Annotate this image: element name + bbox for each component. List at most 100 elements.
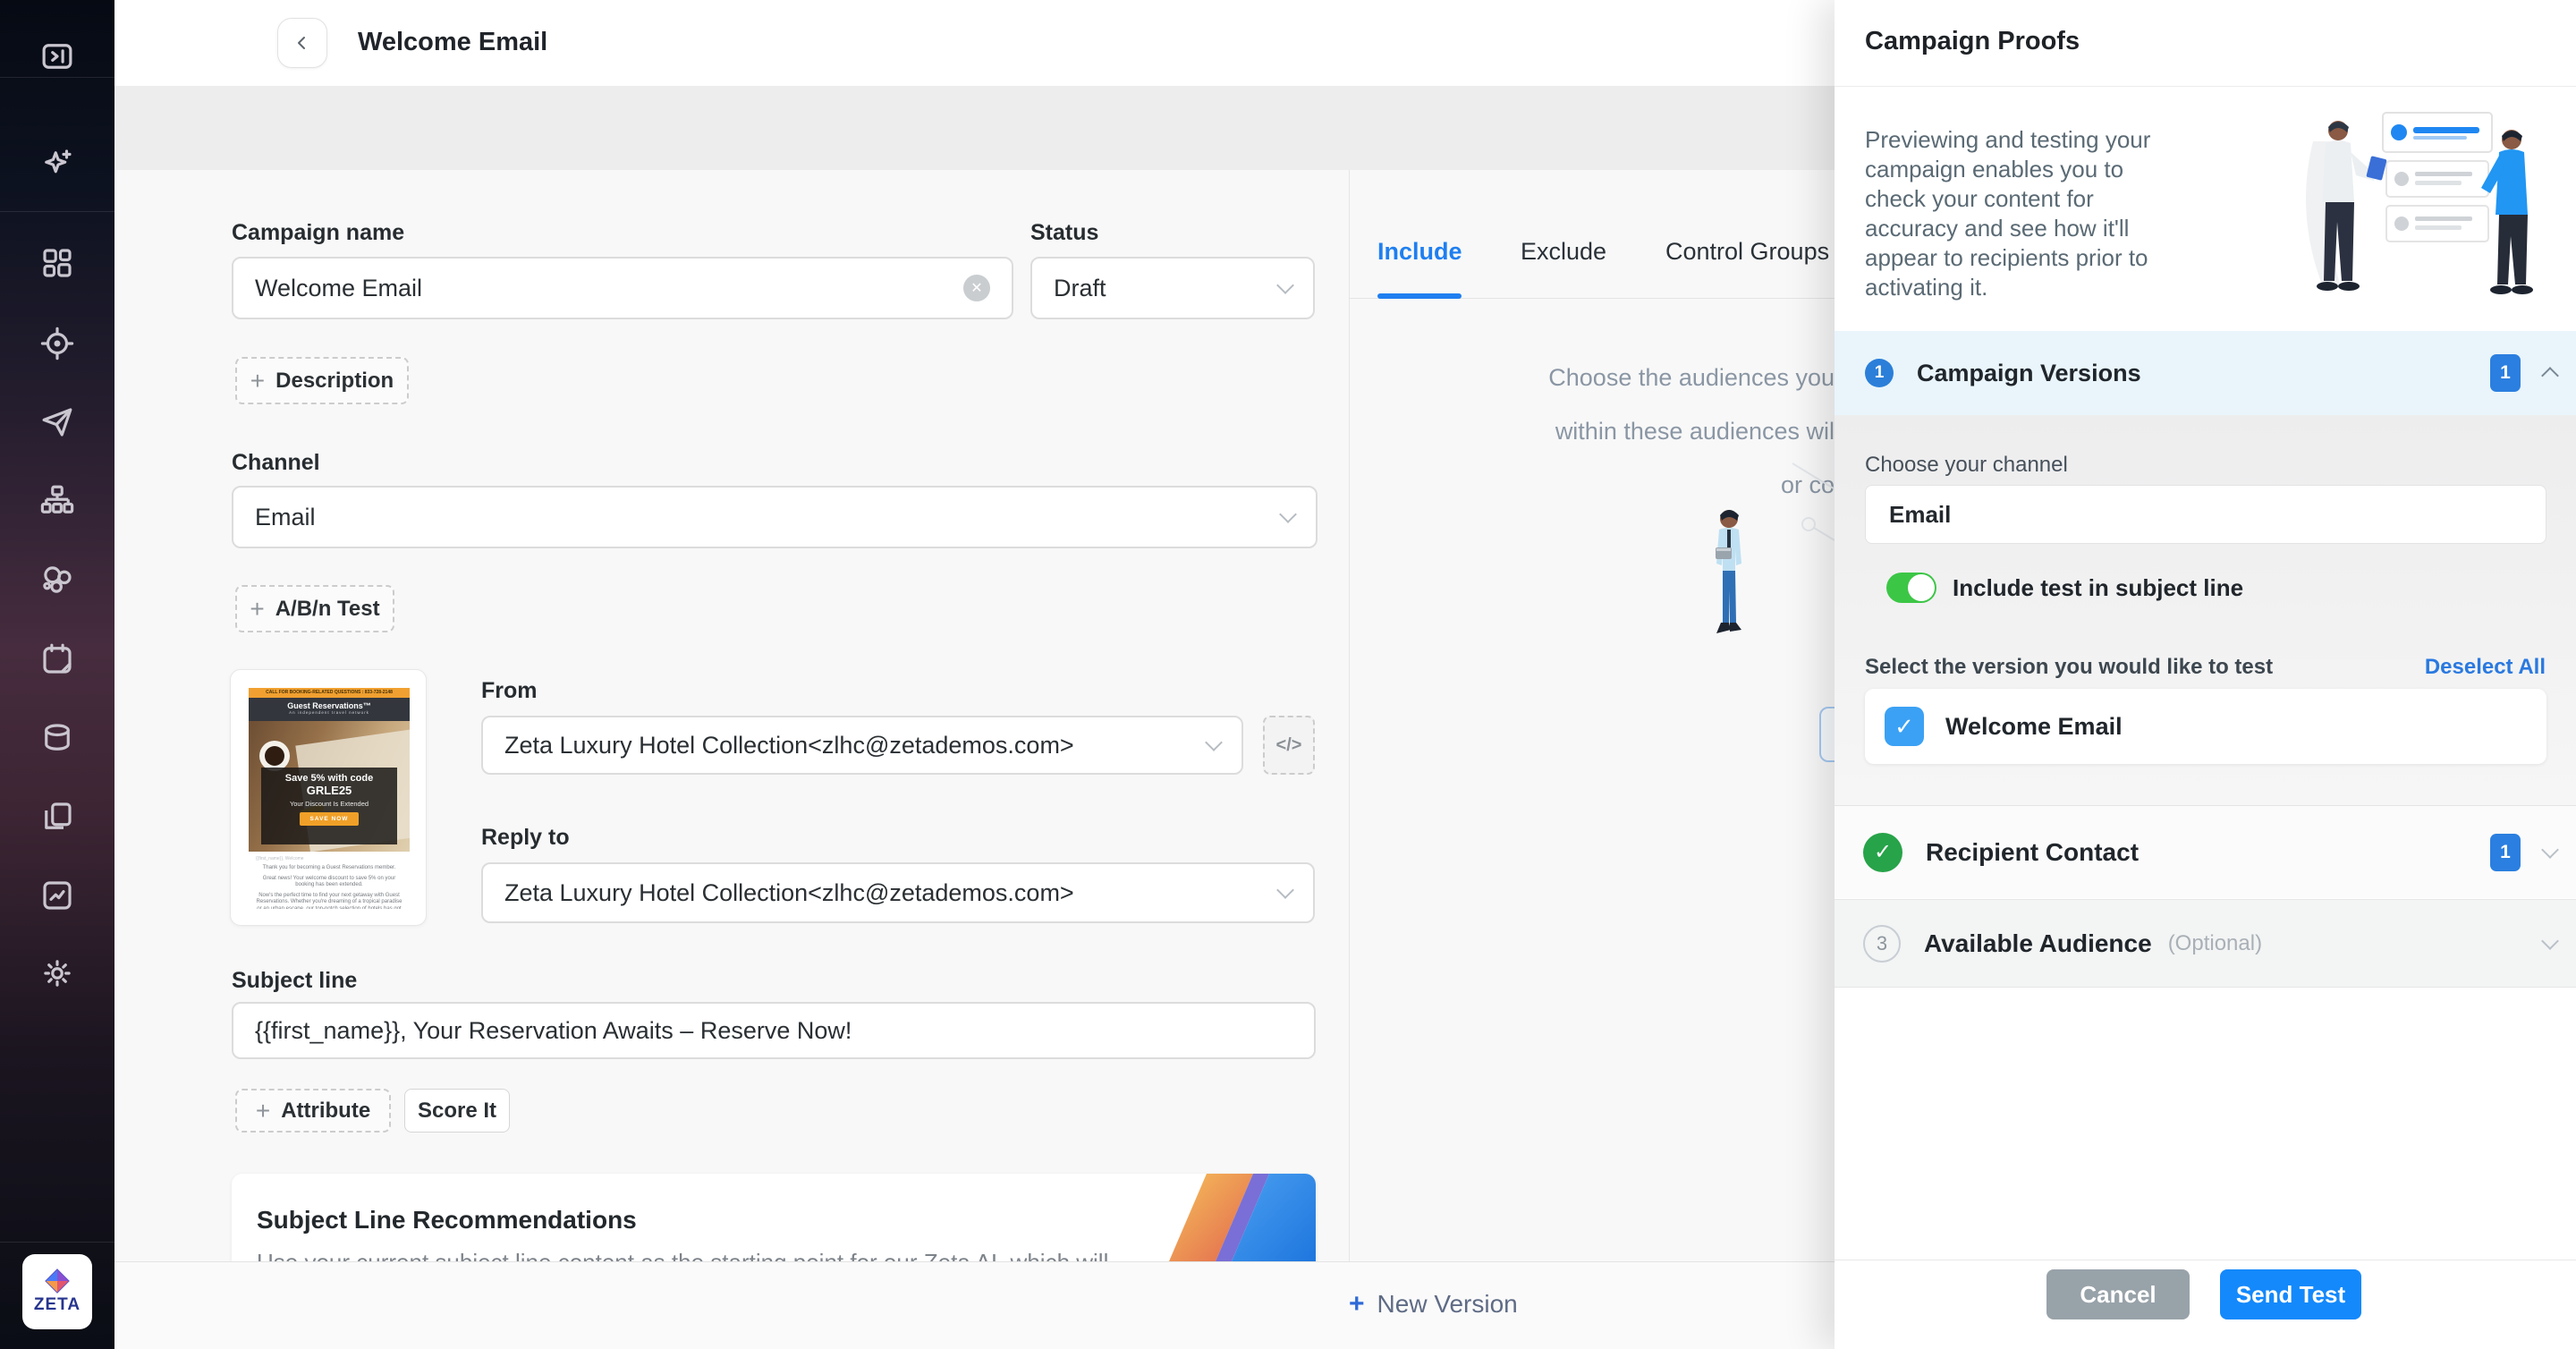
add-description-button[interactable]: + Description: [235, 357, 409, 404]
description-button-label: Description: [275, 369, 394, 394]
channel-label: Channel: [232, 450, 320, 476]
campaign-versions-body: Choose your channel Email Include test i…: [1835, 415, 2576, 805]
reply-to-label: Reply to: [481, 825, 570, 851]
helper-line: Choose the audiences you: [1342, 351, 1835, 404]
step-complete-check-icon: ✓: [1863, 833, 1902, 872]
campaign-versions-header[interactable]: 1 Campaign Versions 1: [1835, 331, 2576, 415]
new-version-label: New Version: [1377, 1290, 1518, 1319]
recipient-contact-title: Recipient Contact: [1926, 838, 2139, 867]
deselect-all-link[interactable]: Deselect All: [2425, 655, 2546, 680]
channel-input-value: Email: [1889, 501, 1951, 529]
from-value: Zeta Luxury Hotel Collection<zlhc@zetade…: [504, 732, 1208, 759]
recommendations-body: Use your current subject line content as…: [257, 1249, 1169, 1261]
include-test-toggle[interactable]: [1886, 573, 1936, 603]
send-test-button[interactable]: Send Test: [2220, 1269, 2361, 1319]
code-view-button[interactable]: </>: [1263, 716, 1315, 775]
plus-icon: +: [250, 595, 264, 624]
send-icon[interactable]: [37, 402, 78, 443]
campaign-name-input[interactable]: Welcome Email ✕: [232, 257, 1013, 319]
status-select[interactable]: Draft: [1030, 257, 1315, 319]
sidebar-divider: [0, 211, 114, 212]
tab-exclude[interactable]: Exclude: [1521, 238, 1606, 266]
zeta-diamond-icon: [44, 1268, 71, 1294]
available-audience-title: Available Audience: [1924, 929, 2152, 958]
channel-value: Email: [255, 504, 1282, 531]
database-icon[interactable]: [37, 717, 78, 759]
promo-line: Save 5% with code: [261, 773, 397, 784]
subject-line-recommendations-card[interactable]: Subject Line Recommendations Use your cu…: [232, 1174, 1316, 1261]
channel-select[interactable]: Email: [232, 486, 1318, 548]
preview-greeting: {{first_name}}, Welcome: [256, 856, 402, 861]
plus-icon: +: [1349, 1289, 1365, 1319]
add-attribute-button[interactable]: + Attribute: [235, 1089, 391, 1133]
status-label: Status: [1030, 220, 1098, 246]
tab-include[interactable]: Include: [1377, 238, 1462, 266]
subject-line-label: Subject line: [232, 968, 357, 994]
calendar-icon[interactable]: [37, 639, 78, 680]
tab-control-groups[interactable]: Control Groups: [1665, 238, 1829, 266]
versions-count-badge: 1: [2490, 354, 2521, 392]
target-icon[interactable]: [37, 323, 78, 364]
campaign-proofs-panel: Campaign Proofs Previewing and testing y…: [1835, 0, 2576, 1349]
promo-overlay: Save 5% with code GRLE25 Your Discount I…: [261, 768, 397, 844]
recommendations-title: Subject Line Recommendations: [257, 1206, 637, 1234]
abn-test-button-label: A/B/n Test: [275, 597, 380, 622]
email-preview-thumbnail[interactable]: CALL FOR BOOKING-RELATED QUESTIONS : 833…: [230, 669, 427, 926]
chevron-up-icon: [2541, 367, 2559, 385]
score-it-label: Score It: [418, 1099, 496, 1124]
add-abn-test-button[interactable]: + A/B/n Test: [235, 585, 394, 632]
preview-body: {{first_name}}, Welcome Thank you for be…: [249, 852, 410, 909]
campaign-versions-title: Campaign Versions: [1917, 360, 2141, 387]
from-select[interactable]: Zeta Luxury Hotel Collection<zlhc@zetade…: [481, 716, 1243, 775]
new-version-button[interactable]: + New Version: [1349, 1289, 1518, 1319]
segments-icon[interactable]: [37, 559, 78, 600]
back-button[interactable]: [277, 18, 327, 68]
panel-divider: [1349, 170, 1350, 1261]
proofs-title: Campaign Proofs: [1865, 27, 2080, 56]
recipient-contact-row[interactable]: ✓ Recipient Contact 1: [1835, 805, 2576, 898]
coffee-cup-graphic: [259, 741, 290, 771]
audience-helper-text: Choose the audiences you within these au…: [1342, 351, 1835, 512]
plus-icon: +: [256, 1097, 270, 1125]
version-card[interactable]: ✓ Welcome Email: [1865, 689, 2546, 764]
dashboard-icon[interactable]: [37, 242, 78, 284]
proofs-description: Previewing and testing your campaign ena…: [1865, 125, 2180, 302]
panel-divider: [1835, 86, 2576, 87]
sitemap-icon[interactable]: [37, 480, 78, 522]
optional-label: (Optional): [2168, 931, 2262, 956]
report-icon[interactable]: [37, 875, 78, 916]
include-tab-underline: [1377, 293, 1462, 299]
available-audience-row[interactable]: 3 Available Audience (Optional): [1835, 899, 2576, 988]
cancel-button[interactable]: Cancel: [2046, 1269, 2190, 1319]
chevron-left-icon: [293, 34, 311, 52]
ai-sparkle-icon[interactable]: [37, 143, 78, 184]
include-test-label: Include test in subject line: [1953, 574, 2243, 602]
reply-to-select[interactable]: Zeta Luxury Hotel Collection<zlhc@zetade…: [481, 862, 1315, 923]
step-1-badge: 1: [1865, 359, 1894, 387]
clear-icon[interactable]: ✕: [963, 275, 990, 301]
sidebar-divider: [0, 1242, 114, 1243]
score-it-button[interactable]: Score It: [404, 1089, 510, 1133]
subject-line-input[interactable]: {{first_name}}, Your Reservation Awaits …: [232, 1002, 1316, 1059]
status-value: Draft: [1054, 275, 1279, 302]
copy-icon[interactable]: [37, 796, 78, 837]
plus-icon: +: [250, 367, 265, 395]
from-label: From: [481, 678, 538, 704]
preview-paragraph: Thank you for becoming a Guest Reservati…: [256, 865, 402, 872]
zeta-logo[interactable]: ZETA: [22, 1254, 92, 1329]
campaign-name-value: Welcome Email: [255, 275, 963, 302]
email-preview: CALL FOR BOOKING-RELATED QUESTIONS : 833…: [249, 688, 410, 909]
proofs-footer: Cancel Send Test: [1835, 1260, 2576, 1349]
sidebar-toggle-icon[interactable]: [37, 36, 78, 77]
preview-topbar: CALL FOR BOOKING-RELATED QUESTIONS : 833…: [249, 688, 410, 698]
step-3-badge: 3: [1863, 925, 1901, 963]
preview-photo: Save 5% with code GRLE25 Your Discount I…: [249, 721, 410, 852]
helper-line: within these audiences wil: [1342, 404, 1835, 458]
promo-sub: Your Discount Is Extended: [261, 800, 397, 808]
channel-input[interactable]: Email: [1865, 485, 2546, 544]
version-checkbox[interactable]: ✓: [1885, 707, 1924, 746]
attribute-button-label: Attribute: [281, 1099, 370, 1124]
settings-icon[interactable]: [37, 953, 78, 994]
recipient-count-badge: 1: [2490, 834, 2521, 871]
preview-paragraph: Now's the perfect time to find your next…: [256, 893, 402, 910]
